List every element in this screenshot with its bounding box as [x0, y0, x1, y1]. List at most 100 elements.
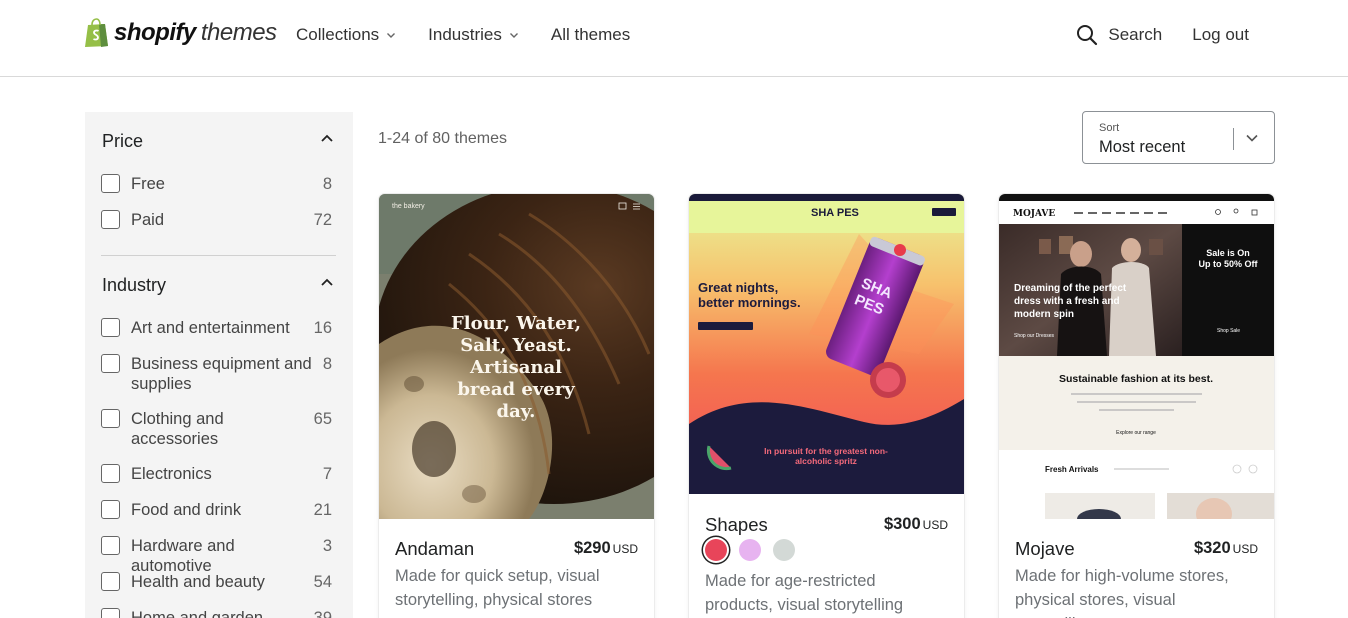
- chevron-up-icon[interactable]: [321, 134, 333, 142]
- preview-sale: Sale is On: [1206, 248, 1250, 258]
- filter-option-free[interactable]: Free 8: [101, 174, 332, 194]
- nav-all-themes[interactable]: All themes: [551, 24, 630, 46]
- price-amount: $300: [883, 515, 921, 533]
- chevron-down-icon: [509, 33, 518, 38]
- checkbox[interactable]: [101, 318, 120, 337]
- preview-subline: In pursuit for the greatest non-: [764, 446, 888, 456]
- logo-wordmark-light: themes: [200, 19, 277, 46]
- filter-option-label: Clothing and accessories: [131, 410, 224, 448]
- filter-option-label: Business equipment and supplies: [131, 355, 312, 393]
- filter-option-label: Paid: [131, 211, 165, 229]
- filter-option-count: 39: [313, 609, 332, 618]
- checkbox[interactable]: [101, 409, 120, 428]
- checkbox[interactable]: [101, 608, 120, 618]
- preview-arrivals: Fresh Arrivals: [1045, 465, 1099, 474]
- color-swatch[interactable]: [739, 539, 761, 561]
- industry-filter-title[interactable]: Industry: [102, 275, 166, 296]
- nav-collections-label: Collections: [296, 25, 380, 44]
- search-icon: [1077, 25, 1098, 46]
- preview-subline: alcoholic spritz: [795, 456, 857, 466]
- theme-name[interactable]: Shapes: [705, 514, 768, 536]
- preview-headline: better mornings.: [698, 295, 801, 310]
- preview-sale: Up to 50% Off: [1198, 259, 1258, 269]
- sort-value: Most recent: [1099, 138, 1186, 156]
- price-currency: USD: [922, 518, 948, 532]
- theme-description: Made for age-restricted products, visual…: [705, 572, 904, 614]
- filter-option-label: Home and garden: [131, 609, 264, 618]
- theme-description: Made for high-volume stores, physical st…: [1015, 567, 1229, 618]
- checkbox[interactable]: [101, 464, 120, 483]
- theme-card-mojave[interactable]: MOJAVE Sale is On Up to 50% Off Shop Sal…: [999, 194, 1274, 618]
- filter-sidebar: Price Free 8 Paid 72 Industry Art and en…: [85, 112, 353, 618]
- filter-option-count: 16: [313, 319, 332, 337]
- preview-headline: bread every: [457, 379, 575, 400]
- filter-option-label: Electronics: [131, 465, 212, 483]
- logo-wordmark-bold: shopify: [114, 19, 196, 46]
- filter-option-label: Health and beauty: [131, 573, 265, 591]
- price-filter-title[interactable]: Price: [102, 131, 143, 152]
- filter-option-electronics[interactable]: Electronics 7: [101, 464, 332, 484]
- preview-logo: SHA PES: [811, 207, 859, 219]
- checkbox[interactable]: [101, 354, 120, 373]
- theme-price: $320 USD: [1194, 539, 1258, 558]
- preview-shop-sale: Shop Sale: [1217, 328, 1240, 334]
- logout-link[interactable]: Log out: [1192, 25, 1249, 45]
- checkbox[interactable]: [101, 210, 120, 229]
- search-label: Search: [1108, 25, 1163, 44]
- color-swatch[interactable]: [773, 539, 795, 561]
- theme-preview-image[interactable]: SHA PES SHA PES Great nights, better mor…: [689, 194, 964, 494]
- chevron-up-icon[interactable]: [321, 278, 333, 286]
- filter-option-count: 8: [322, 175, 332, 193]
- nav-collections[interactable]: Collections: [296, 24, 396, 46]
- header-actions: Search Log out: [1076, 24, 1249, 46]
- theme-preview-image[interactable]: MOJAVE Sale is On Up to 50% Off Shop Sal…: [999, 194, 1274, 519]
- price-amount: $290: [573, 539, 611, 557]
- filter-option-count: 7: [322, 465, 332, 483]
- theme-card-andaman[interactable]: the bakery Flour, Water, Salt, Yeast. Ar…: [379, 194, 654, 618]
- filter-option-count: 3: [322, 537, 332, 555]
- filter-option-clothing[interactable]: Clothing and accessories 65: [101, 409, 332, 449]
- search-button[interactable]: Search: [1076, 24, 1162, 46]
- filter-option-count: 65: [313, 410, 332, 428]
- filter-option-hardware[interactable]: Hardware and automotive 3: [101, 536, 332, 576]
- sort-label: Sort: [1099, 122, 1120, 134]
- preview-headline: Artisanal: [469, 357, 562, 378]
- theme-card-shapes[interactable]: SHA PES SHA PES Great nights, better mor…: [689, 194, 964, 618]
- result-count: 1-24 of 80 themes: [378, 130, 507, 147]
- filter-option-home[interactable]: Home and garden 39: [101, 608, 332, 618]
- filter-option-label: Free: [131, 175, 165, 193]
- sort-select[interactable]: Sort Most recent: [1082, 111, 1275, 164]
- theme-name[interactable]: Andaman: [395, 538, 474, 560]
- preview-headline: day.: [497, 401, 536, 422]
- chevron-down-icon: [387, 33, 396, 38]
- checkbox[interactable]: [101, 572, 120, 591]
- preview-headline: Great nights,: [698, 280, 778, 295]
- filter-option-paid[interactable]: Paid 72: [101, 210, 332, 230]
- preview-hero: Dreaming of the perfect: [1014, 283, 1127, 294]
- filter-option-health[interactable]: Health and beauty 54: [101, 572, 332, 592]
- theme-preview-image[interactable]: the bakery Flour, Water, Salt, Yeast. Ar…: [379, 194, 654, 519]
- preview-tagline: Sustainable fashion at its best.: [1059, 373, 1213, 385]
- site-header: shopify themes Collections Industries All…: [0, 0, 1348, 77]
- preview-brand: MOJAVE: [1013, 209, 1055, 219]
- filter-option-art[interactable]: Art and entertainment 16: [101, 318, 332, 338]
- filter-divider: [101, 255, 336, 256]
- color-swatch[interactable]: [705, 539, 727, 561]
- checkbox[interactable]: [101, 536, 120, 555]
- checkbox[interactable]: [101, 500, 120, 519]
- shopify-themes-logo[interactable]: shopify themes: [84, 18, 277, 48]
- preview-brand: the bakery: [392, 203, 425, 210]
- filter-option-food[interactable]: Food and drink 21: [101, 500, 332, 520]
- nav-industries-label: Industries: [428, 25, 502, 44]
- price-currency: USD: [1232, 542, 1258, 556]
- theme-price: $290 USD: [574, 539, 638, 558]
- theme-name[interactable]: Mojave: [1015, 538, 1075, 560]
- theme-description: Made for quick setup, visual storytellin…: [395, 567, 600, 609]
- filter-option-label: Hardware and automotive: [131, 537, 235, 575]
- color-swatches: [705, 539, 795, 561]
- preview-shop-dresses: Shop our Dresses: [1014, 333, 1055, 339]
- checkbox[interactable]: [101, 174, 120, 193]
- shopify-bag-icon: [85, 18, 108, 47]
- filter-option-business[interactable]: Business equipment and supplies 8: [101, 354, 332, 394]
- nav-industries[interactable]: Industries: [428, 24, 519, 46]
